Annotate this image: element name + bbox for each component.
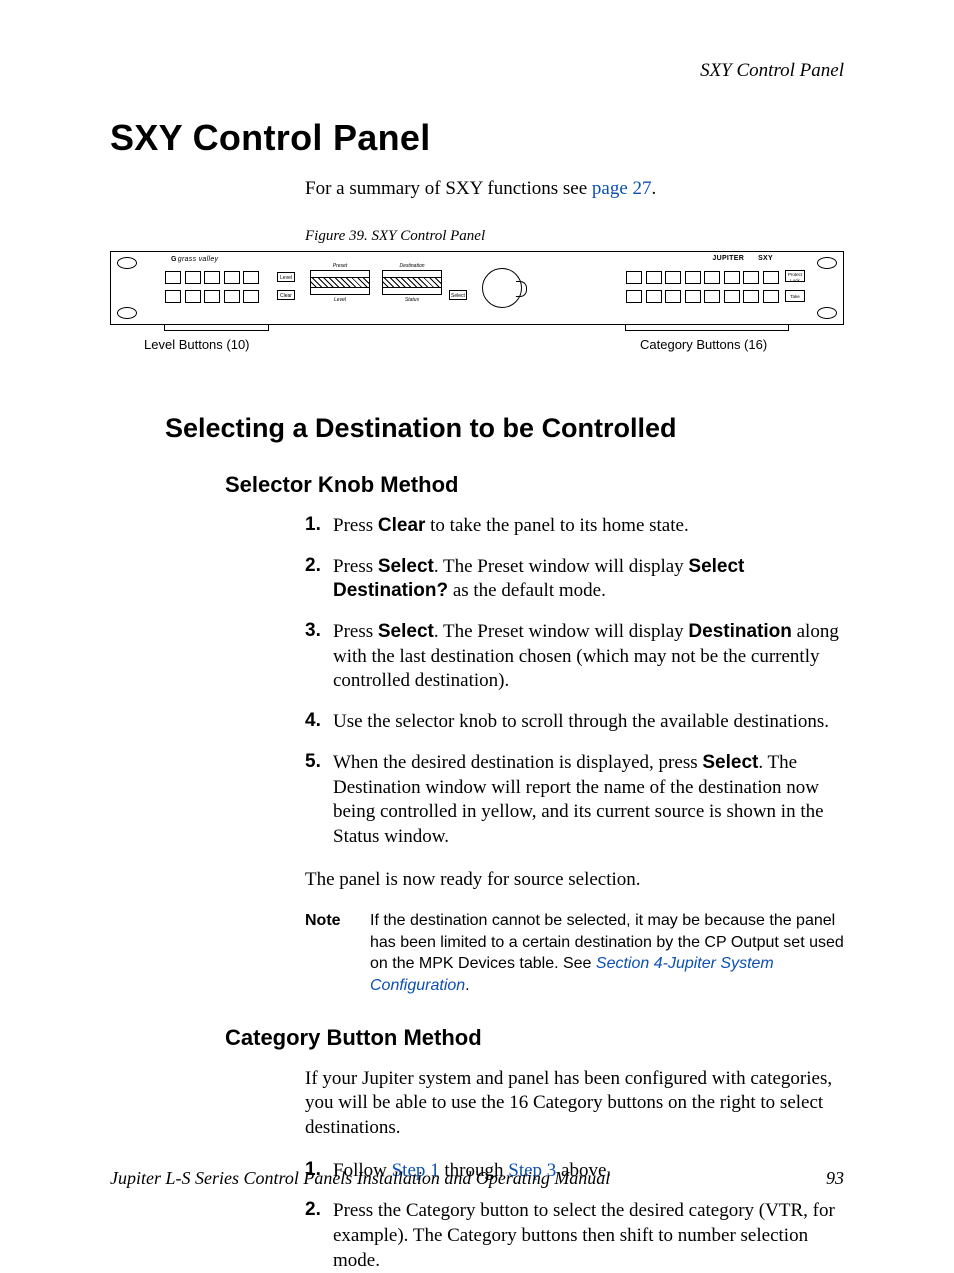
preset-display [310, 270, 370, 295]
screw-icon [817, 307, 837, 319]
category-buttons-row2 [626, 290, 779, 303]
step-item: 5.When the desired destination is displa… [305, 751, 844, 850]
step-text: Press Select. The Preset window will dis… [333, 620, 844, 694]
figure-caption: Figure 39. SXY Control Panel [305, 228, 844, 245]
category-button[interactable] [646, 290, 662, 303]
page-title: SXY Control Panel [110, 117, 844, 159]
category-button[interactable] [743, 271, 759, 284]
level-button[interactable] [185, 271, 201, 284]
take-button[interactable]: Take [785, 290, 805, 302]
level-buttons-row1 [165, 271, 259, 284]
select-button[interactable]: Select [449, 290, 467, 300]
intro-text-before: For a summary of SXY functions see [305, 178, 592, 199]
screw-icon [817, 257, 837, 269]
category-button[interactable] [626, 290, 642, 303]
screw-icon [117, 307, 137, 319]
category-buttons-row1 [626, 271, 779, 284]
clear-button[interactable]: Clear [277, 290, 295, 300]
screw-icon [117, 257, 137, 269]
brand-right: JUPITER SXY [712, 255, 773, 262]
step-text: Use the selector knob to scroll through … [333, 710, 844, 735]
subsection-heading-category-button: Category Button Method [225, 1025, 844, 1051]
intro-paragraph: For a summary of SXY functions see page … [305, 178, 844, 200]
dest-label-bot: Status [382, 297, 442, 303]
step-text: Press Select. The Preset window will dis… [333, 555, 844, 604]
brand-logo: grass valley [171, 256, 218, 263]
destination-display [382, 270, 442, 295]
level-mode-button[interactable]: Level [277, 272, 295, 282]
preset-label-bot: Level [310, 297, 370, 303]
category-button[interactable] [724, 271, 740, 284]
level-button[interactable] [204, 290, 220, 303]
category-button[interactable] [626, 271, 642, 284]
dest-label-top: Destination [382, 263, 442, 269]
step-item: 2.Press the Category button to select th… [305, 1199, 844, 1273]
step-number: 4. [305, 710, 333, 735]
selector-knob[interactable] [482, 268, 522, 308]
callout-bracket-left [164, 324, 269, 331]
protect-lock-button[interactable]: Protect Lock [785, 270, 805, 282]
step-number: 2. [305, 1199, 333, 1273]
footer-manual-title: Jupiter L-S Series Control Panels Instal… [110, 1168, 610, 1189]
preset-label-top: Preset [310, 263, 370, 269]
category-intro-paragraph: If your Jupiter system and panel has bee… [305, 1067, 844, 1141]
steps-selector-knob: 1.Press Clear to take the panel to its h… [305, 514, 844, 850]
callout-level-buttons: Level Buttons (10) [144, 337, 250, 352]
step-item: 2.Press Select. The Preset window will d… [305, 555, 844, 604]
subsection-heading-selector-knob: Selector Knob Method [225, 472, 844, 498]
bold-term: Select [378, 556, 434, 577]
running-head: SXY Control Panel [110, 60, 844, 82]
category-button[interactable] [763, 271, 779, 284]
category-button[interactable] [704, 290, 720, 303]
step-number: 1. [305, 514, 333, 539]
step-text: Press the Category button to select the … [333, 1199, 844, 1273]
category-button[interactable] [704, 271, 720, 284]
note-block: Note If the destination cannot be select… [305, 910, 844, 996]
step-number: 2. [305, 555, 333, 604]
intro-text-after: . [652, 178, 657, 199]
category-button[interactable] [646, 271, 662, 284]
hardware-panel: grass valley JUPITER SXY Level [110, 251, 844, 325]
level-button[interactable] [185, 290, 201, 303]
level-buttons-row2 [165, 290, 259, 303]
section-heading: Selecting a Destination to be Controlled [165, 413, 844, 444]
category-button[interactable] [665, 271, 681, 284]
step-item: 3.Press Select. The Preset window will d… [305, 620, 844, 694]
callout-bracket-right [625, 324, 789, 331]
level-button[interactable] [165, 271, 181, 284]
step-text: When the desired destination is displaye… [333, 751, 844, 850]
category-button[interactable] [685, 271, 701, 284]
brand-jupiter: JUPITER [712, 255, 744, 262]
step-number: 5. [305, 751, 333, 850]
level-button[interactable] [243, 290, 259, 303]
ready-paragraph: The panel is now ready for source select… [305, 868, 844, 893]
level-button[interactable] [224, 271, 240, 284]
callout-category-buttons: Category Buttons (16) [640, 337, 767, 352]
bold-term: Clear [378, 515, 426, 536]
category-button[interactable] [685, 290, 701, 303]
category-button[interactable] [763, 290, 779, 303]
step-item: 1.Press Clear to take the panel to its h… [305, 514, 844, 539]
step-number: 3. [305, 620, 333, 694]
note-text-after: . [465, 977, 469, 994]
category-button[interactable] [665, 290, 681, 303]
level-button[interactable] [224, 290, 240, 303]
panel-figure: grass valley JUPITER SXY Level [110, 251, 844, 365]
level-button[interactable] [165, 290, 181, 303]
category-button[interactable] [724, 290, 740, 303]
level-button[interactable] [204, 271, 220, 284]
category-button[interactable] [743, 290, 759, 303]
bold-term: Select [378, 621, 434, 642]
page-number: 93 [826, 1168, 844, 1189]
page-link[interactable]: page 27 [592, 178, 652, 199]
note-label: Note [305, 910, 370, 996]
brand-sxy: SXY [758, 255, 773, 262]
step-text: Press Clear to take the panel to its hom… [333, 514, 844, 539]
bold-term: Destination [688, 621, 791, 642]
step-item: 4.Use the selector knob to scroll throug… [305, 710, 844, 735]
bold-term: Select [702, 752, 758, 773]
level-button[interactable] [243, 271, 259, 284]
